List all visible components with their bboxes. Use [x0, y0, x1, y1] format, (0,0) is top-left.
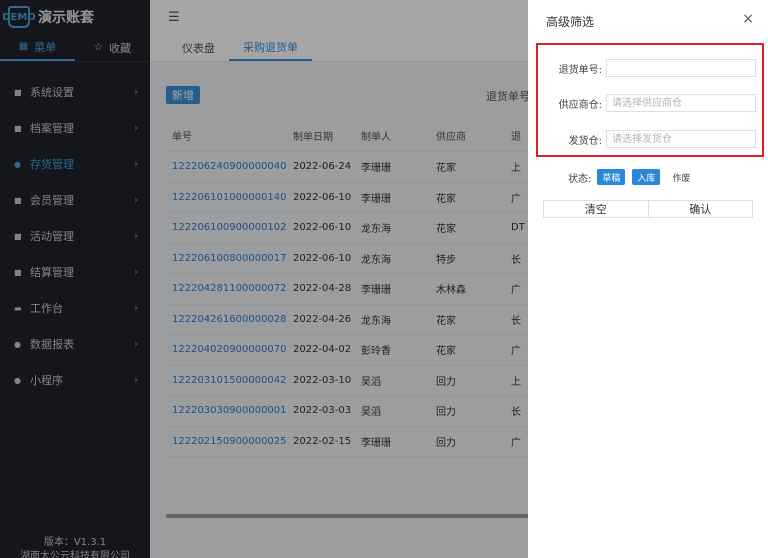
- advanced-filter-drawer: 高级筛选 × 退货单号: 供应商仓: 发货仓: 状态: 草稿 入库 作废 清空 …: [528, 0, 768, 558]
- ship-warehouse-label: 发货仓:: [568, 135, 602, 147]
- confirm-button[interactable]: 确认: [647, 201, 752, 217]
- return-no-row: 退货单号:: [538, 59, 756, 77]
- ship-warehouse-select[interactable]: [606, 130, 756, 148]
- drawer-title: 高级筛选: [546, 15, 595, 29]
- drawer-actions: 清空 确认: [543, 200, 753, 218]
- return-no-label: 退货单号:: [558, 64, 602, 76]
- close-icon[interactable]: ×: [742, 11, 754, 27]
- drawer-mask[interactable]: [0, 0, 528, 558]
- status-label: 状态:: [568, 173, 592, 185]
- status-void-chip[interactable]: 作废: [667, 169, 695, 185]
- supplier-warehouse-row: 供应商仓:: [538, 94, 756, 112]
- status-draft-chip[interactable]: 草稿: [597, 169, 626, 185]
- supplier-warehouse-label: 供应商仓:: [558, 99, 602, 111]
- supplier-warehouse-select[interactable]: [606, 94, 756, 112]
- return-no-input[interactable]: [606, 59, 756, 77]
- clear-button[interactable]: 清空: [544, 201, 648, 217]
- status-filter: 状态: 草稿 入库 作废: [568, 169, 702, 185]
- ship-warehouse-row: 发货仓:: [538, 130, 756, 148]
- status-stocked-chip[interactable]: 入库: [632, 169, 661, 185]
